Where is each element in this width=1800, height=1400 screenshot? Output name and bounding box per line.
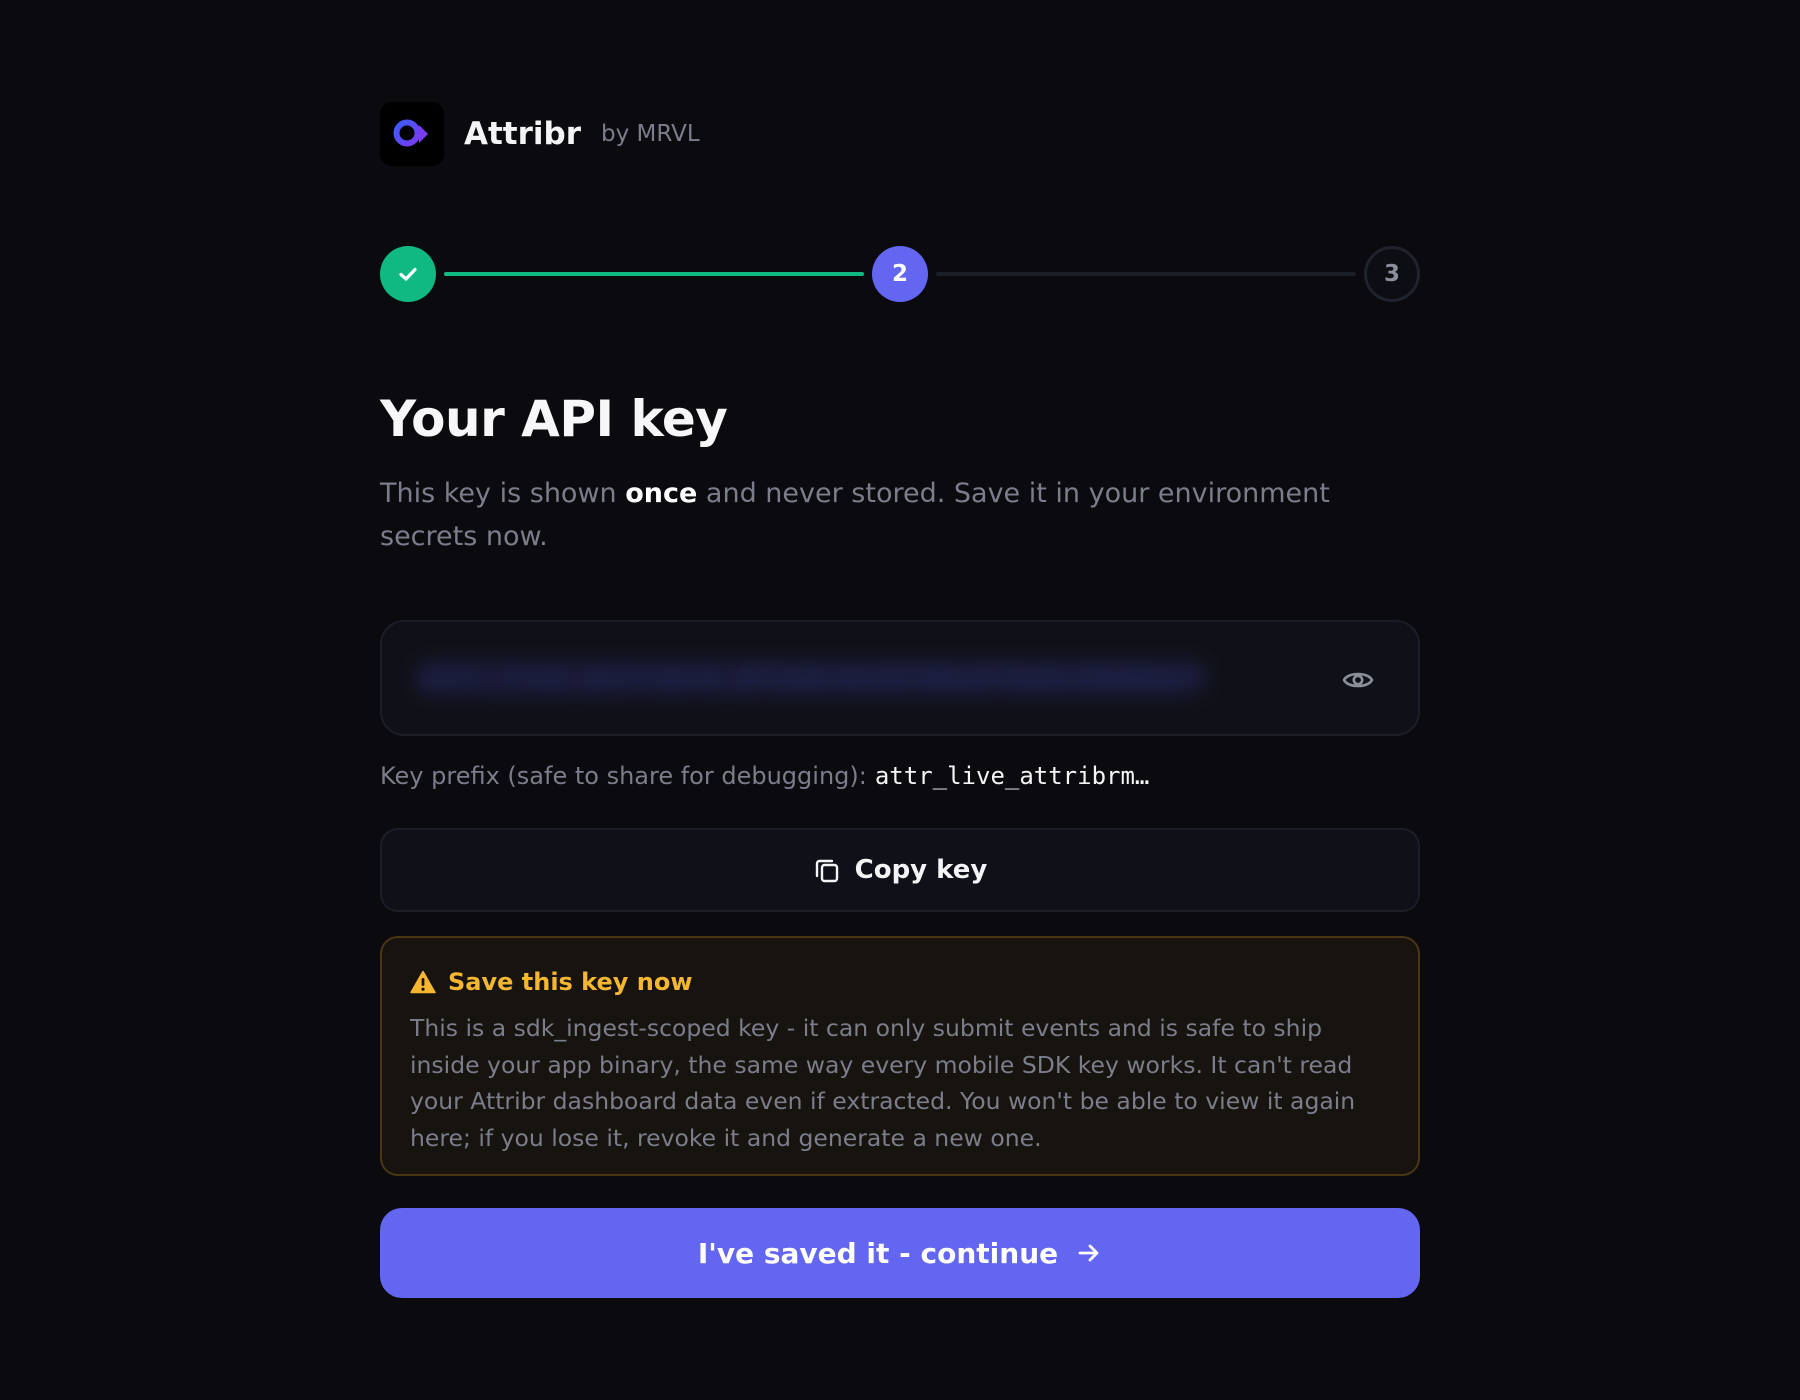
step-2-current: 2 xyxy=(872,246,928,302)
save-key-warning: Save this key now This is a sdk_ingest-s… xyxy=(380,936,1420,1176)
copy-key-label: Copy key xyxy=(854,855,988,885)
brand-name: Attribr xyxy=(464,116,582,152)
warning-header: Save this key now xyxy=(410,968,1390,996)
api-key-field[interactable]: attr_live_attribrm_8f2a9c4e1b7d6a3f5e9c2… xyxy=(380,620,1420,736)
key-prefix-label: Key prefix (safe to share for debugging)… xyxy=(380,762,867,790)
progress-stepper: 2 3 xyxy=(380,246,1420,302)
check-icon xyxy=(399,267,417,281)
step-1-completed xyxy=(380,246,436,302)
copy-icon xyxy=(815,859,838,883)
api-key-masked-value: attr_live_attribrm_8f2a9c4e1b7d6a3f5e9c2… xyxy=(416,660,1206,696)
description-text: This key is shown xyxy=(380,478,626,509)
page-description: This key is shown once and never stored.… xyxy=(380,472,1420,558)
key-prefix-row: Key prefix (safe to share for debugging)… xyxy=(380,762,1149,790)
description-emphasis: once xyxy=(625,478,698,509)
key-prefix-value: attr_live_attribrm… xyxy=(874,762,1150,790)
brand-byline: by MRVL xyxy=(601,121,700,147)
eye-icon xyxy=(1342,672,1374,688)
continue-label: I've saved it - continue xyxy=(697,1236,1059,1270)
continue-button[interactable]: I've saved it - continue xyxy=(380,1208,1420,1298)
reveal-key-toggle[interactable] xyxy=(1338,660,1378,700)
warning-body: This is a sdk_ingest-scoped key - it can… xyxy=(410,1014,1356,1152)
step-connector-pending xyxy=(936,272,1356,276)
warning-triangle-icon xyxy=(410,970,436,994)
copy-key-button[interactable]: Copy key xyxy=(380,828,1420,912)
page-title: Your API key xyxy=(380,390,728,448)
arrow-right-icon xyxy=(1076,1240,1102,1266)
attribr-logo-icon xyxy=(380,102,444,166)
warning-title: Save this key now xyxy=(448,968,693,996)
step-3-upcoming: 3 xyxy=(1364,246,1420,302)
brand-header: Attribr by MRVL xyxy=(380,102,700,166)
step-connector-complete xyxy=(444,272,864,276)
